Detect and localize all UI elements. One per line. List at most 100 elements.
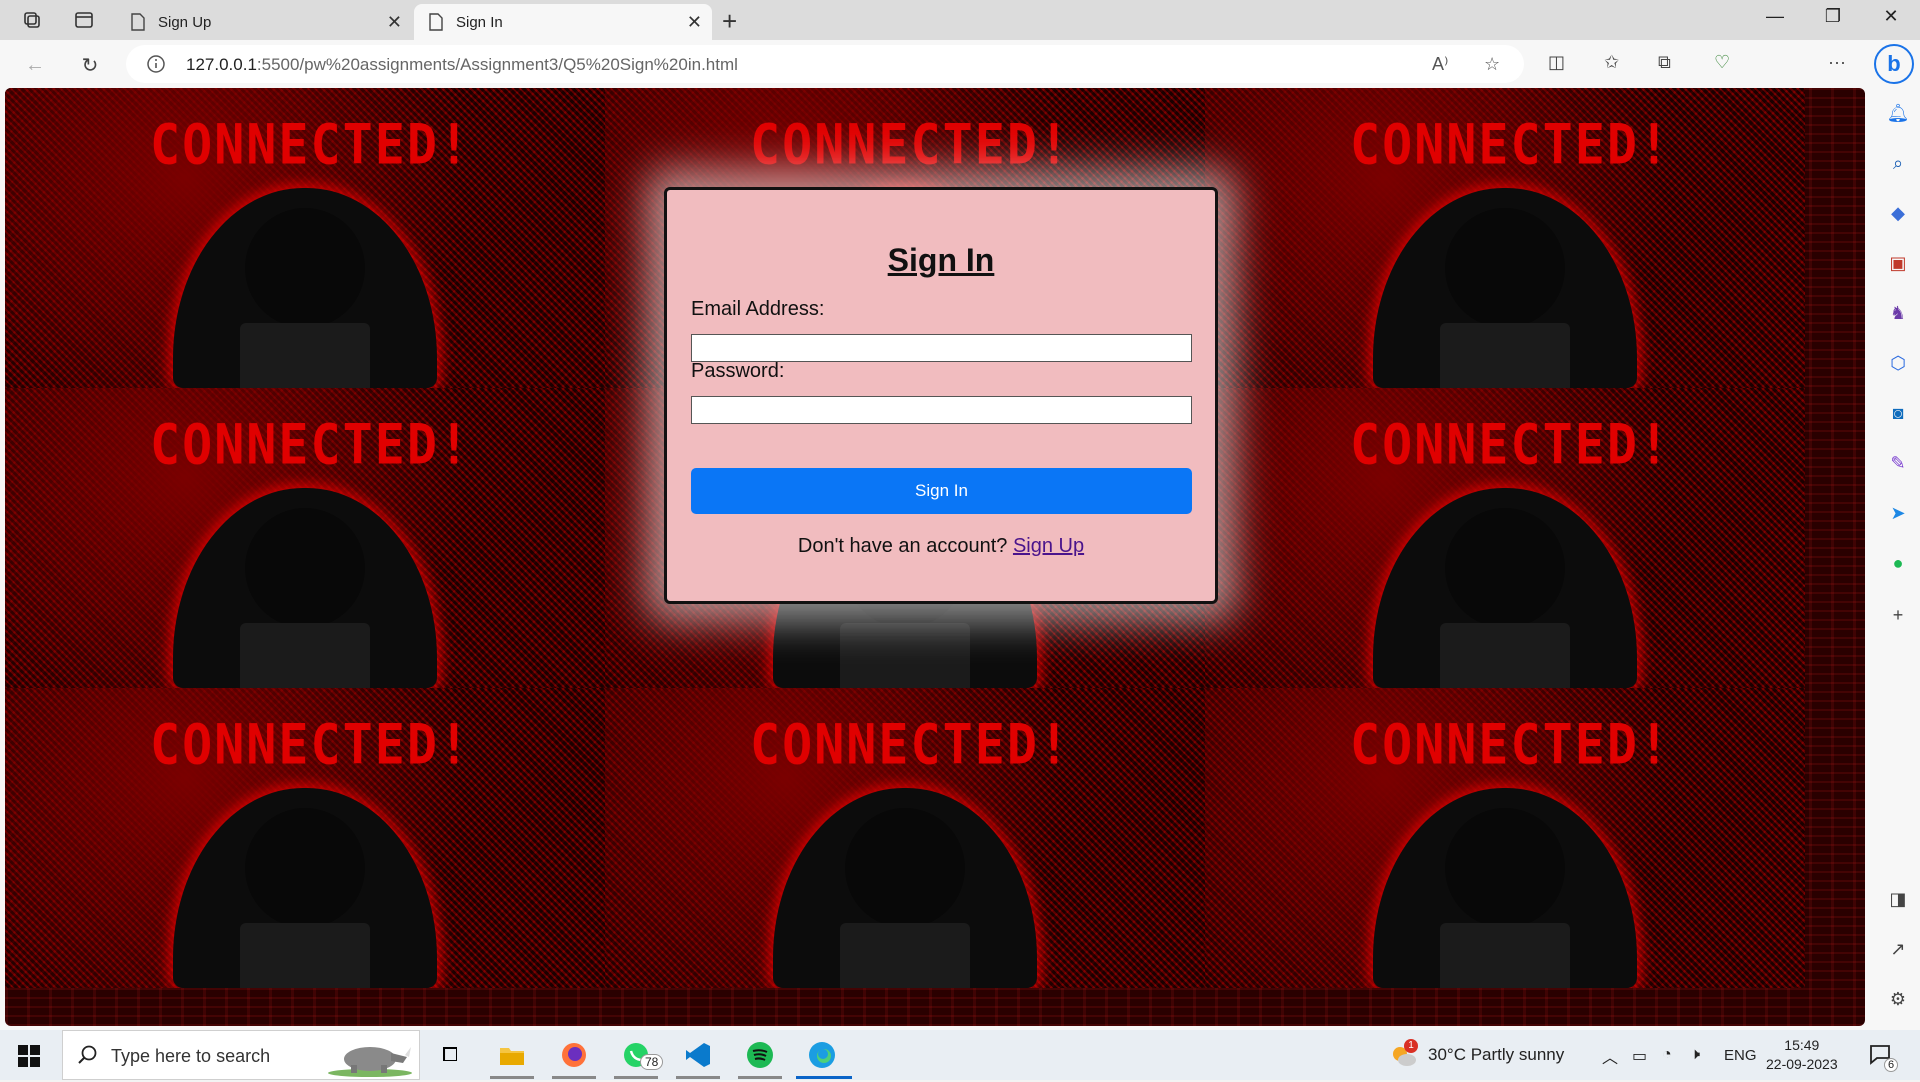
hacker-head: [1445, 208, 1565, 328]
email-field[interactable]: [691, 334, 1192, 362]
page-icon: [428, 13, 444, 35]
hacker-laptop: [1440, 323, 1570, 388]
hacker-head: [1445, 808, 1565, 928]
favorite-star-icon[interactable]: ☆: [1484, 54, 1500, 75]
more-menu-icon[interactable]: ···: [1828, 52, 1846, 73]
new-tab-button[interactable]: +: [722, 6, 737, 37]
taskbar-search[interactable]: Type here to search: [62, 1030, 420, 1080]
volume-icon[interactable]: 🕨: [1690, 1046, 1700, 1064]
search-icon: [77, 1044, 99, 1071]
password-label: Password:: [691, 360, 785, 382]
task-view-icon[interactable]: ⧠: [434, 1039, 466, 1071]
active-app-indicator: [738, 1076, 782, 1079]
close-window-button[interactable]: ✕: [1868, 6, 1914, 27]
send-icon[interactable]: ➤: [1887, 502, 1909, 524]
games-chess-icon[interactable]: ♞: [1887, 302, 1909, 324]
favorites-icon[interactable]: ✩: [1604, 52, 1619, 73]
background-tile: CONNECTED!: [5, 88, 605, 388]
tab-sign-in[interactable]: Sign In ✕: [414, 4, 712, 40]
collections-icon[interactable]: ⧉: [1658, 52, 1671, 73]
system-clock[interactable]: 15:49 22-09-2023: [1766, 1036, 1838, 1074]
workspaces-icon[interactable]: [20, 8, 44, 32]
page-icon: [130, 13, 146, 35]
sign-up-link[interactable]: Sign Up: [1013, 535, 1084, 557]
tab-strip: Sign Up ✕ Sign In ✕ + — ❐ ✕: [0, 0, 1920, 40]
address-bar[interactable]: 127.0.0.1:5500/pw%20assignments/Assignme…: [126, 45, 1524, 83]
background-text: CONNECTED!: [750, 113, 1072, 177]
input-language[interactable]: ENG: [1724, 1047, 1757, 1064]
browser-essentials-icon[interactable]: ♡: [1714, 52, 1730, 73]
tab-sign-up[interactable]: Sign Up ✕: [116, 4, 412, 40]
hacker-head: [245, 808, 365, 928]
shopping-tag-icon[interactable]: ◆: [1887, 202, 1909, 224]
form-title: Sign In: [887, 242, 995, 278]
microsoft-365-icon[interactable]: ⬡: [1887, 352, 1909, 374]
minimize-button[interactable]: —: [1752, 6, 1798, 27]
notification-bell-icon[interactable]: 🔔︎: [1887, 102, 1910, 124]
hacker-laptop: [240, 323, 370, 388]
read-aloud-icon[interactable]: A⁾: [1432, 54, 1448, 75]
signup-prompt-text: Don't have an account?: [797, 535, 1013, 557]
url-text[interactable]: 127.0.0.1:5500/pw%20assignments/Assignme…: [186, 55, 738, 75]
background-tile: CONNECTED!: [1205, 388, 1805, 688]
close-tab-icon[interactable]: ✕: [387, 12, 402, 33]
hide-sidebar-icon[interactable]: ◨: [1887, 888, 1909, 910]
search-icon[interactable]: ⌕: [1887, 152, 1909, 174]
restore-button[interactable]: ❐: [1810, 6, 1856, 27]
browser-window: Sign Up ✕ Sign In ✕ + — ❐ ✕ ← ↻ 127.0.0.…: [0, 0, 1920, 1030]
background-tile: CONNECTED!: [1205, 88, 1805, 388]
hacker-laptop: [840, 923, 970, 988]
refresh-button[interactable]: ↻: [75, 50, 105, 80]
spotify-icon[interactable]: [744, 1039, 776, 1071]
active-app-indicator: [676, 1076, 720, 1079]
sidebar-settings-icon[interactable]: ⚙: [1887, 988, 1909, 1010]
clock-time: 15:49: [1784, 1037, 1820, 1053]
bing-copilot-icon[interactable]: b: [1874, 44, 1914, 84]
tab-title: Sign Up: [158, 13, 212, 31]
background-text: CONNECTED!: [750, 713, 1072, 777]
show-hidden-icons-chevron-icon[interactable]: ︿: [1602, 1044, 1618, 1068]
file-explorer-icon[interactable]: [496, 1039, 528, 1071]
search-placeholder: Type here to search: [111, 1046, 271, 1066]
url-host: 127.0.0.1: [186, 55, 257, 74]
password-field[interactable]: [691, 396, 1192, 424]
weather-text[interactable]: 30°C Partly sunny: [1428, 1045, 1564, 1065]
windows-start-icon[interactable]: [18, 1045, 40, 1072]
edge-sidebar: 🔔︎ ⌕ ◆ ▣ ♞ ⬡ ◙ ✎ ➤ ● + ◨ ↗ ⚙: [1874, 88, 1920, 1030]
open-external-icon[interactable]: ↗: [1887, 938, 1909, 960]
active-app-indicator: [552, 1076, 596, 1079]
url-path: :5500/pw%20assignments/Assignment3/Q5%20…: [256, 55, 738, 74]
weather-alert-badge: 1: [1404, 1039, 1418, 1053]
hacker-head: [245, 208, 365, 328]
split-screen-icon[interactable]: ◫: [1548, 52, 1565, 73]
background-text: CONNECTED!: [150, 113, 472, 177]
hacker-head: [845, 808, 965, 928]
hacker-laptop: [240, 923, 370, 988]
add-sidebar-app-icon[interactable]: +: [1887, 604, 1909, 626]
notification-count-badge: 6: [1884, 1058, 1899, 1072]
hacker-laptop: [840, 623, 970, 688]
vscode-icon[interactable]: [682, 1039, 714, 1071]
firefox-icon[interactable]: [558, 1039, 590, 1071]
sign-in-form: Sign In Email Address: Password: Sign In…: [664, 187, 1218, 604]
close-tab-icon[interactable]: ✕: [687, 12, 702, 33]
windows-taskbar: Type here to search ⧠ 78 1 30°C Partly s…: [0, 1030, 1920, 1080]
spotify-icon[interactable]: ●: [1887, 552, 1909, 574]
background-tile: CONNECTED!: [1205, 688, 1805, 988]
background-tile: CONNECTED!: [605, 688, 1205, 988]
designer-icon[interactable]: ✎: [1887, 452, 1909, 474]
background-tile: CONNECTED!: [5, 688, 605, 988]
wifi-icon[interactable]: ◔: [1662, 1046, 1672, 1064]
tools-briefcase-icon[interactable]: ▣: [1887, 252, 1909, 274]
back-button[interactable]: ←: [20, 50, 50, 80]
background-text: CONNECTED!: [1350, 713, 1672, 777]
hacker-laptop: [1440, 923, 1570, 988]
site-info-icon[interactable]: [146, 54, 166, 79]
outlook-icon[interactable]: ◙: [1887, 402, 1909, 424]
battery-icon[interactable]: ▭: [1632, 1046, 1647, 1066]
tab-actions-icon[interactable]: [72, 8, 96, 32]
background-text: CONNECTED!: [150, 413, 472, 477]
edge-icon[interactable]: [806, 1039, 838, 1071]
search-highlight-rhino-icon: [325, 1037, 415, 1077]
sign-in-button[interactable]: Sign In: [691, 468, 1192, 514]
